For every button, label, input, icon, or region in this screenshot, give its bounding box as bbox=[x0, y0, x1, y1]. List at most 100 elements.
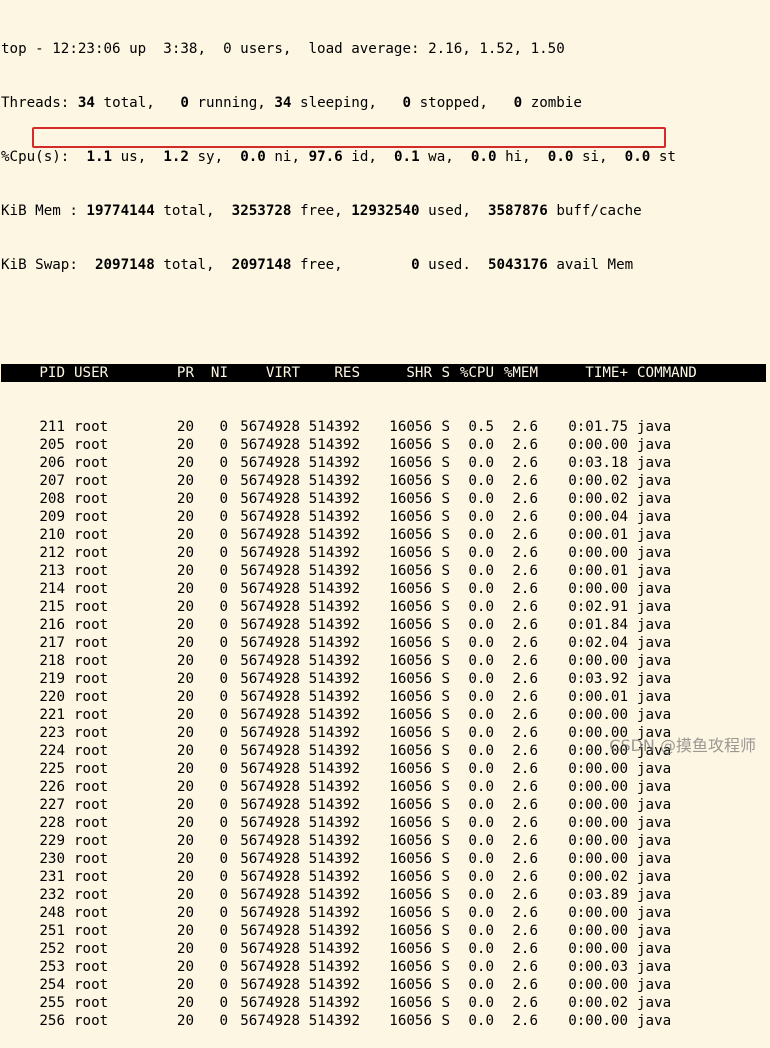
cell-virt: 5674928 bbox=[240, 743, 300, 759]
cell-pid: 215 bbox=[39, 599, 65, 615]
cell-mem: 2.6 bbox=[512, 977, 538, 993]
cell-pid: 205 bbox=[39, 437, 65, 453]
cell-time: 0:00.00 bbox=[568, 923, 628, 939]
cell-cpu: 0.0 bbox=[468, 743, 494, 759]
cell-virt: 5674928 bbox=[240, 959, 300, 975]
cell-res: 514392 bbox=[308, 527, 360, 543]
cell-cmd: java bbox=[637, 473, 672, 489]
table-row: 251 root 20 0 5674928 514392 16056 S 0.0 2.6 0:00.… bbox=[1, 922, 766, 940]
cell-ni: 0 bbox=[219, 563, 228, 579]
cell-user: root bbox=[74, 545, 109, 561]
cell-mem: 2.6 bbox=[512, 545, 538, 561]
cell-time: 0:00.00 bbox=[568, 977, 628, 993]
cell-res: 514392 bbox=[308, 887, 360, 903]
cell-shr: 16056 bbox=[389, 545, 432, 561]
cell-virt: 5674928 bbox=[240, 635, 300, 651]
summary-uptime-line: top - 12:23:06 up 3:38, 0 users, load av… bbox=[1, 41, 565, 57]
cell-pid: 221 bbox=[39, 707, 65, 723]
cell-user: root bbox=[74, 887, 109, 903]
cell-time: 0:02.04 bbox=[568, 635, 628, 651]
cell-user: root bbox=[74, 941, 109, 957]
cell-shr: 16056 bbox=[389, 509, 432, 525]
cell-pr: 20 bbox=[176, 887, 194, 903]
cell-s: S bbox=[441, 743, 450, 759]
table-row: 225 root 20 0 5674928 514392 16056 S 0.0 2.6 0:00.… bbox=[1, 760, 766, 778]
cell-s: S bbox=[441, 725, 450, 741]
cell-shr: 16056 bbox=[389, 797, 432, 813]
cell-virt: 5674928 bbox=[240, 545, 300, 561]
cell-res: 514392 bbox=[308, 779, 360, 795]
cell-cmd: java bbox=[637, 995, 672, 1011]
cell-user: root bbox=[74, 509, 109, 525]
cell-s: S bbox=[441, 761, 450, 777]
cell-s: S bbox=[441, 437, 450, 453]
cell-cpu: 0.5 bbox=[468, 419, 494, 435]
cell-mem: 2.6 bbox=[512, 995, 538, 1011]
cell-cpu: 0.0 bbox=[468, 1013, 494, 1029]
cell-cpu: 0.0 bbox=[468, 887, 494, 903]
cell-res: 514392 bbox=[308, 707, 360, 723]
cell-res: 514392 bbox=[308, 797, 360, 813]
cell-pr: 20 bbox=[176, 905, 194, 921]
cell-mem: 2.6 bbox=[512, 761, 538, 777]
cell-time: 0:00.00 bbox=[568, 581, 628, 597]
cell-time: 0:00.00 bbox=[568, 653, 628, 669]
watermark: CSDN @摸鱼攻程师 bbox=[609, 736, 756, 755]
cell-cpu: 0.0 bbox=[468, 563, 494, 579]
cell-virt: 5674928 bbox=[240, 995, 300, 1011]
cell-cpu: 0.0 bbox=[468, 473, 494, 489]
cell-time: 0:01.75 bbox=[568, 419, 628, 435]
cell-ni: 0 bbox=[219, 689, 228, 705]
cell-pr: 20 bbox=[176, 851, 194, 867]
cell-virt: 5674928 bbox=[240, 941, 300, 957]
cell-s: S bbox=[441, 923, 450, 939]
cell-res: 514392 bbox=[308, 761, 360, 777]
cell-ni: 0 bbox=[219, 869, 228, 885]
cell-s: S bbox=[441, 815, 450, 831]
cell-pid: 224 bbox=[39, 743, 65, 759]
cell-virt: 5674928 bbox=[240, 617, 300, 633]
table-row: 209 root 20 0 5674928 514392 16056 S 0.0 2.6 0:00.… bbox=[1, 508, 766, 526]
cell-cmd: java bbox=[637, 1013, 672, 1029]
cell-user: root bbox=[74, 491, 109, 507]
cell-user: root bbox=[74, 599, 109, 615]
cell-virt: 5674928 bbox=[240, 653, 300, 669]
cell-cmd: java bbox=[637, 689, 672, 705]
table-row: 226 root 20 0 5674928 514392 16056 S 0.0 2.6 0:00.… bbox=[1, 778, 766, 796]
cell-s: S bbox=[441, 833, 450, 849]
cell-time: 0:00.02 bbox=[568, 995, 628, 1011]
cell-cpu: 0.0 bbox=[468, 977, 494, 993]
cell-cpu: 0.0 bbox=[468, 761, 494, 777]
cell-res: 514392 bbox=[308, 671, 360, 687]
cell-cmd: java bbox=[637, 581, 672, 597]
cell-res: 514392 bbox=[308, 437, 360, 453]
cell-shr: 16056 bbox=[389, 833, 432, 849]
cell-mem: 2.6 bbox=[512, 653, 538, 669]
cell-s: S bbox=[441, 545, 450, 561]
cell-ni: 0 bbox=[219, 887, 228, 903]
cell-ni: 0 bbox=[219, 1013, 228, 1029]
cell-cpu: 0.0 bbox=[468, 635, 494, 651]
cell-virt: 5674928 bbox=[240, 815, 300, 831]
summary-swap-line: KiB Swap: 2097148 total, 2097148 free, 0… bbox=[1, 257, 634, 273]
cell-time: 0:00.02 bbox=[568, 473, 628, 489]
table-row: 220 root 20 0 5674928 514392 16056 S 0.0 2.6 0:00.… bbox=[1, 688, 766, 706]
cell-pr: 20 bbox=[176, 959, 194, 975]
cell-shr: 16056 bbox=[389, 599, 432, 615]
cell-cpu: 0.0 bbox=[468, 653, 494, 669]
cell-pid: 255 bbox=[39, 995, 65, 1011]
cell-user: root bbox=[74, 761, 109, 777]
cell-ni: 0 bbox=[219, 995, 228, 1011]
cell-user: root bbox=[74, 617, 109, 633]
cell-res: 514392 bbox=[308, 491, 360, 507]
cell-virt: 5674928 bbox=[240, 473, 300, 489]
cell-user: root bbox=[74, 689, 109, 705]
cell-shr: 16056 bbox=[389, 491, 432, 507]
cell-virt: 5674928 bbox=[240, 797, 300, 813]
cell-time: 0:00.00 bbox=[568, 851, 628, 867]
cell-mem: 2.6 bbox=[512, 797, 538, 813]
cell-shr: 16056 bbox=[389, 869, 432, 885]
cell-user: root bbox=[74, 977, 109, 993]
cell-cpu: 0.0 bbox=[468, 599, 494, 615]
